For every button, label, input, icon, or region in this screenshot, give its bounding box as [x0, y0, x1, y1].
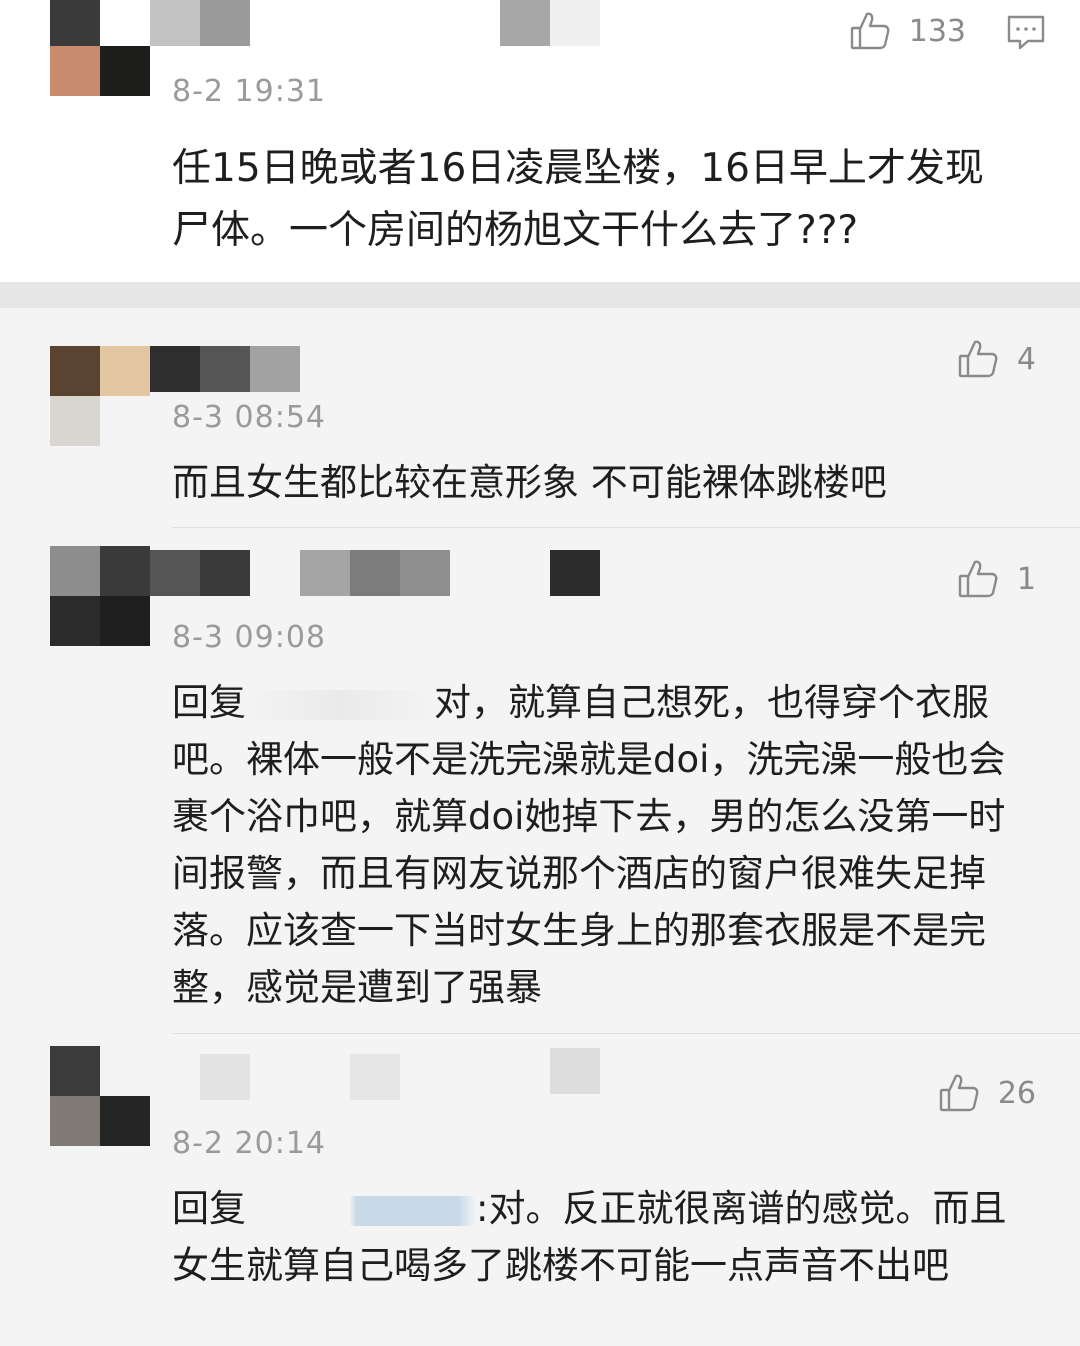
reply-first-line: :对。反正就很离谱的感觉。而且: [476, 1187, 1007, 1230]
avatar[interactable]: [50, 1046, 150, 1146]
username-masked-2: [500, 0, 600, 46]
mention-masked[interactable]: [246, 1195, 476, 1226]
thumbs-up-icon: [939, 1074, 979, 1112]
timestamp: 8-2 20:14: [172, 1126, 326, 1161]
comment-text[interactable]: 而且女生都比较在意形象 不可能裸体跳楼吧: [172, 454, 887, 511]
username-masked-3: [550, 1048, 600, 1094]
like-count: 1: [1016, 561, 1036, 597]
timestamp: 8-3 09:08: [172, 620, 326, 655]
section-separator: [0, 282, 1080, 308]
like-count: 4: [1016, 341, 1036, 377]
thumbs-up-icon: [850, 12, 890, 50]
divider: [172, 1033, 1080, 1034]
like-button[interactable]: 133: [849, 10, 966, 52]
username-masked[interactable]: [150, 346, 300, 392]
username-masked[interactable]: [150, 550, 250, 596]
like-count: 26: [997, 1075, 1036, 1111]
comment-bubble-icon[interactable]: [1006, 14, 1046, 52]
reply-prefix: 回复: [172, 681, 246, 724]
timestamp: 8-2 19:31: [172, 74, 326, 109]
thumbs-up-icon: [958, 340, 998, 378]
reply-prefix: 回复: [172, 1187, 246, 1230]
like-button[interactable]: 26: [938, 1072, 1036, 1114]
replies-section: 4 8-3 08:54 而且女生都比较在意形象 不可能裸体跳楼吧 1 8-3 0…: [0, 308, 1080, 1346]
username-masked[interactable]: [150, 0, 250, 46]
divider: [172, 527, 1080, 528]
comment-text[interactable]: 回复 对，就算自己想死，也得穿个衣服 吧。裸体一般不是洗完澡就是doi，洗完澡一般…: [172, 674, 1005, 1016]
reply-first-line: 对，就算自己想死，也得穿个衣服: [434, 681, 989, 724]
thumbs-up-icon: [958, 560, 998, 598]
username-masked-2: [300, 550, 450, 596]
like-button[interactable]: 1: [957, 558, 1036, 600]
like-count: 133: [908, 13, 966, 49]
reply-body: 吧。裸体一般不是洗完澡就是doi，洗完澡一般也会 裹个浴巾吧，就算doi她掉下去…: [172, 738, 1006, 1009]
avatar[interactable]: [50, 346, 150, 446]
comment-text[interactable]: 回复 :对。反正就很离谱的感觉。而且 女生就算自己喝多了跳楼不可能一点声音不出吧: [172, 1180, 1006, 1294]
mention-masked[interactable]: [246, 689, 434, 720]
username-masked-3: [550, 550, 600, 596]
timestamp: 8-3 08:54: [172, 400, 326, 435]
username-masked-2: [350, 1054, 400, 1100]
avatar[interactable]: [50, 546, 150, 646]
like-button[interactable]: 4: [957, 338, 1036, 380]
avatar[interactable]: [50, 0, 150, 96]
comment-text[interactable]: 任15日晚或者16日凌晨坠楼，16日早上才发现 尸体。一个房间的杨旭文干什么去了…: [172, 138, 984, 262]
username-masked[interactable]: [200, 1054, 250, 1100]
reply-body: 女生就算自己喝多了跳楼不可能一点声音不出吧: [172, 1244, 949, 1287]
top-comment-card: 133 8-2 19:31 任15日晚或者16日凌晨坠楼，16日早上才发现 尸体…: [0, 0, 1080, 282]
